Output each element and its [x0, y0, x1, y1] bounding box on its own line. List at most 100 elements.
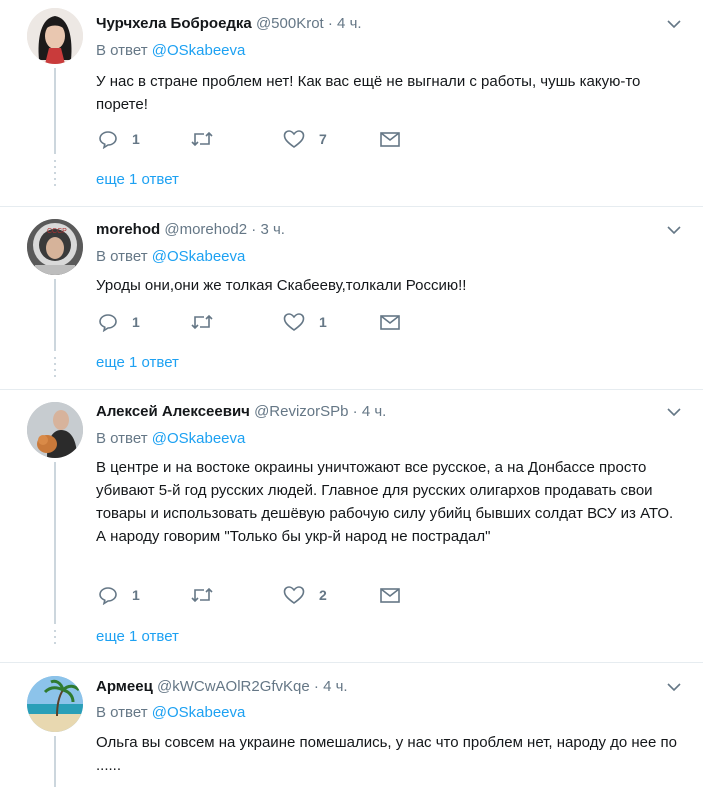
thread-dot	[54, 363, 56, 365]
tweet[interactable]: СССР morehod @morehod2 · 3 ч. В ответ @O…	[0, 207, 703, 389]
tweet-header: Армеец @kWCwAOlR2GfvKqe · 4 ч.	[96, 677, 348, 697]
reply-context: В ответ @OSkabeeva	[96, 429, 245, 449]
thread-dot	[54, 184, 56, 186]
tweet[interactable]: Армеец @kWCwAOlR2GfvKqe · 4 ч. В ответ @…	[0, 663, 703, 787]
thread-dot	[54, 369, 56, 371]
thread-line	[54, 279, 56, 351]
svg-text:СССР: СССР	[47, 228, 67, 235]
envelope-icon	[380, 588, 400, 603]
user-handle[interactable]: @500Krot	[256, 15, 324, 32]
message-button[interactable]	[379, 583, 401, 607]
tweet[interactable]: Алексей Алексеевич @RevizorSPb · 4 ч. В …	[0, 390, 703, 662]
heart-icon	[283, 586, 305, 604]
reply-context: В ответ @OSkabeeva	[96, 703, 245, 723]
like-count: 2	[319, 587, 327, 603]
like-count: 1	[319, 314, 327, 330]
avatar[interactable]: СССР	[27, 219, 83, 275]
like-button[interactable]: 1	[283, 310, 327, 334]
retweet-button[interactable]	[190, 127, 228, 151]
tweet-text: У нас в стране проблем нет! Как вас ещё …	[96, 73, 641, 113]
reply-button[interactable]: 1	[98, 583, 140, 607]
retweet-icon	[191, 131, 213, 147]
tweet-text: Ольга вы совсем на украине помешались, у…	[96, 734, 677, 774]
man-with-dog-avatar-icon	[27, 402, 83, 458]
timestamp[interactable]: · 3 ч.	[251, 221, 285, 238]
message-button[interactable]	[379, 310, 401, 334]
user-handle[interactable]: @morehod2	[164, 221, 247, 238]
like-button[interactable]: 2	[283, 583, 327, 607]
cosmonaut-avatar-icon: СССР	[27, 219, 83, 275]
show-more-replies-link[interactable]: еще 1 ответ	[96, 627, 179, 647]
avatar[interactable]	[27, 402, 83, 458]
reply-count: 1	[132, 587, 140, 603]
avatar[interactable]	[27, 8, 83, 64]
reply-prefix: В ответ	[96, 248, 148, 265]
reply-context: В ответ @OSkabeeva	[96, 247, 245, 267]
reply-icon	[99, 131, 117, 149]
timestamp[interactable]: · 4 ч.	[353, 403, 387, 420]
thread-dot	[54, 642, 56, 644]
tweet-header: Чурчхела Боброедка @500Krot · 4 ч.	[96, 14, 362, 34]
thread-dot	[54, 160, 56, 162]
reply-button[interactable]: 1	[98, 310, 140, 334]
tweet-actions: 1 1	[96, 310, 456, 334]
tweet[interactable]: Чурчхела Боброедка @500Krot · 4 ч. В отв…	[0, 0, 703, 206]
reply-prefix: В ответ	[96, 42, 148, 59]
heart-icon	[283, 313, 305, 331]
display-name[interactable]: Чурчхела Боброедка	[96, 15, 252, 32]
avatar[interactable]	[27, 676, 83, 732]
thread-dot	[54, 375, 56, 377]
reply-prefix: В ответ	[96, 430, 148, 447]
chevron-down-icon[interactable]	[667, 223, 681, 237]
like-count: 7	[319, 131, 327, 147]
mention-link[interactable]: @OSkabeeva	[152, 42, 246, 59]
envelope-icon	[380, 315, 400, 330]
thread-dot	[54, 630, 56, 632]
message-button[interactable]	[379, 127, 401, 151]
thread-dot	[54, 357, 56, 359]
reply-prefix: В ответ	[96, 704, 148, 721]
display-name[interactable]: Алексей Алексеевич	[96, 403, 250, 420]
reply-button[interactable]: 1	[98, 127, 140, 151]
user-handle[interactable]: @kWCwAOlR2GfvKqe	[157, 678, 310, 695]
envelope-icon	[380, 132, 400, 147]
show-more-replies-link[interactable]: еще 1 ответ	[96, 170, 179, 190]
display-name[interactable]: Армеец	[96, 678, 153, 695]
thread-line	[54, 736, 56, 787]
chevron-down-icon[interactable]	[667, 680, 681, 694]
display-name[interactable]: morehod	[96, 221, 160, 238]
woman-avatar-icon	[27, 8, 83, 64]
reply-context: В ответ @OSkabeeva	[96, 41, 245, 61]
show-more-replies-link[interactable]: еще 1 ответ	[96, 353, 179, 373]
tweet-header: Алексей Алексеевич @RevizorSPb · 4 ч.	[96, 402, 386, 422]
beach-avatar-icon	[27, 676, 83, 732]
retweet-button[interactable]	[190, 310, 228, 334]
tweet-actions: 1 7	[96, 127, 456, 151]
retweet-icon	[191, 314, 213, 330]
retweet-icon	[191, 587, 213, 603]
thread-dot	[54, 172, 56, 174]
chevron-down-icon[interactable]	[667, 405, 681, 419]
mention-link[interactable]: @OSkabeeva	[152, 248, 246, 265]
thread-dot	[54, 636, 56, 638]
tweet-header: morehod @morehod2 · 3 ч.	[96, 220, 285, 240]
reply-icon	[99, 314, 117, 332]
like-button[interactable]: 7	[283, 127, 327, 151]
tweet-actions: 1 2	[96, 583, 456, 607]
mention-link[interactable]: @OSkabeeva	[152, 704, 246, 721]
heart-icon	[283, 130, 305, 148]
retweet-button[interactable]	[190, 583, 228, 607]
thread-line	[54, 462, 56, 624]
user-handle[interactable]: @RevizorSPb	[254, 403, 348, 420]
timestamp[interactable]: · 4 ч.	[328, 15, 362, 32]
reply-count: 1	[132, 131, 140, 147]
timestamp[interactable]: · 4 ч.	[314, 678, 348, 695]
thread-line	[54, 68, 56, 154]
thread-dot	[54, 178, 56, 180]
chevron-down-icon[interactable]	[667, 17, 681, 31]
tweet-text: В центре и на востоке окраины уничтожают…	[96, 459, 674, 545]
thread-dot	[54, 166, 56, 168]
tweet-text: Уроды они,они же толкая Скабееву,толкали…	[96, 277, 467, 294]
mention-link[interactable]: @OSkabeeva	[152, 430, 246, 447]
reply-icon	[99, 587, 117, 605]
